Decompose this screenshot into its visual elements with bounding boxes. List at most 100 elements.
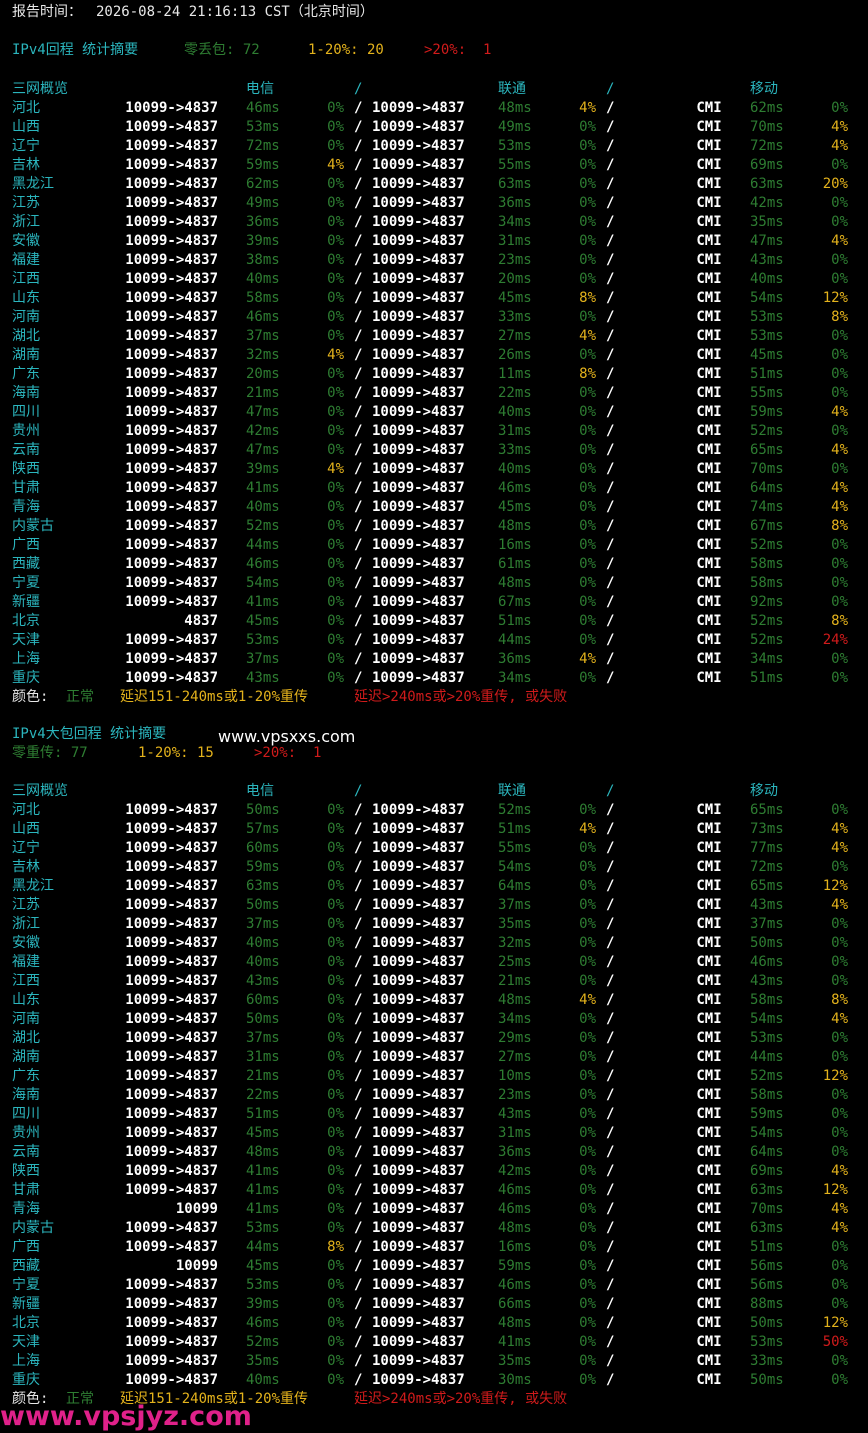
header-unicom: 联通 [498,81,526,97]
row-mobile-loss: 12% [822,1182,848,1198]
row-unicom-loss: 0% [579,461,596,477]
row-mobile-loss: 4% [831,480,848,496]
row-unicom-route: 10099->4837 [372,100,465,116]
row-telecom-loss: 0% [327,1353,344,1369]
row-unicom-latency: 48ms [498,100,532,116]
row-telecom-latency: 53ms [246,1220,280,1236]
row-sep: / [606,1049,615,1065]
row-mobile-latency: 77ms [750,840,784,856]
row-region: 江苏 [12,897,40,913]
table-row: 江苏 10099->4837 49ms 0% / 10099->4837 36ms 0% / CM… [0,194,868,213]
row-unicom-loss: 0% [579,973,596,989]
row-mobile-route: CMI [696,404,722,420]
row-telecom-loss: 0% [327,840,344,856]
row-unicom-loss: 0% [579,442,596,458]
table-row: 黑龙江 10099->4837 63ms 0% / 10099->4837 64ms 0% / C… [0,877,868,896]
row-unicom-loss: 0% [579,1030,596,1046]
row-mobile-latency: 72ms [750,859,784,875]
row-unicom-loss: 0% [579,594,596,610]
row-unicom-route: 10099->4837 [372,802,465,818]
row-unicom-loss: 0% [579,271,596,287]
row-telecom-loss: 0% [327,233,344,249]
row-sep: / [606,366,615,382]
row-mobile-loss: 0% [831,1049,848,1065]
row-sep: / [606,1201,615,1217]
row-telecom-latency: 58ms [246,290,280,306]
row-mobile-loss: 0% [831,1372,848,1388]
row-telecom-latency: 39ms [246,233,280,249]
row-sep: / [354,859,363,875]
row-sep: / [606,537,615,553]
row-sep: / [606,423,615,439]
row-unicom-latency: 35ms [498,1353,532,1369]
row-mobile-route: CMI [696,1296,722,1312]
row-mobile-route: CMI [696,821,722,837]
row-mobile-latency: 70ms [750,119,784,135]
table-row: 河南 10099->4837 50ms 0% / 10099->4837 34ms 0% / CM… [0,1010,868,1029]
row-telecom-latency: 43ms [246,670,280,686]
row-region: 宁夏 [12,575,40,591]
row-region: 陕西 [12,1163,40,1179]
row-telecom-loss: 8% [327,1239,344,1255]
row-mobile-loss: 0% [831,916,848,932]
row-sep: / [354,575,363,591]
row-unicom-latency: 53ms [498,138,532,154]
row-mobile-route: CMI [696,1220,722,1236]
row-sep: / [354,651,363,667]
row-region: 河北 [12,802,40,818]
row-unicom-route: 10099->4837 [372,916,465,932]
row-mobile-route: CMI [696,138,722,154]
row-unicom-route: 10099->4837 [372,1011,465,1027]
row-unicom-loss: 0% [579,1201,596,1217]
row-mobile-latency: 43ms [750,252,784,268]
row-sep: / [354,1201,363,1217]
row-region: 辽宁 [12,840,40,856]
row-mobile-route: CMI [696,480,722,496]
row-region: 山西 [12,119,40,135]
row-telecom-loss: 0% [327,1296,344,1312]
row-mobile-route: CMI [696,385,722,401]
row-telecom-loss: 0% [327,916,344,932]
row-sep: / [606,499,615,515]
row-telecom-route: 10099->4837 [125,423,218,439]
row-sep: / [354,1296,363,1312]
row-mobile-latency: 74ms [750,499,784,515]
row-unicom-latency: 43ms [498,1106,532,1122]
row-telecom-loss: 0% [327,309,344,325]
row-unicom-loss: 0% [579,1258,596,1274]
row-mobile-latency: 65ms [750,442,784,458]
row-sep: / [354,385,363,401]
row-mobile-loss: 20% [822,176,848,192]
row-telecom-route: 10099->4837 [125,1239,218,1255]
row-mobile-latency: 72ms [750,138,784,154]
row-telecom-route: 10099->4837 [125,138,218,154]
row-sep: / [354,992,363,1008]
table-row: 山东 10099->4837 58ms 0% / 10099->4837 45ms 8% / CM… [0,289,868,308]
row-sep: / [606,347,615,363]
row-telecom-loss: 0% [327,1144,344,1160]
row-region: 海南 [12,385,40,401]
row-telecom-loss: 0% [327,442,344,458]
row-unicom-route: 10099->4837 [372,195,465,211]
row-telecom-loss: 0% [327,1106,344,1122]
row-region: 甘肃 [12,480,40,496]
row-telecom-latency: 60ms [246,992,280,1008]
row-mobile-route: CMI [696,1353,722,1369]
row-unicom-loss: 4% [579,821,596,837]
table-row: 黑龙江 10099->4837 62ms 0% / 10099->4837 63ms 0% / C… [0,175,868,194]
row-unicom-route: 10099->4837 [372,632,465,648]
row-mobile-route: CMI [696,859,722,875]
table-row: 湖南 10099->4837 31ms 0% / 10099->4837 27ms 0% / CM… [0,1048,868,1067]
row-sep: / [606,1315,615,1331]
row-sep: / [606,461,615,477]
row-sep: / [606,670,615,686]
row-unicom-loss: 0% [579,878,596,894]
row-mobile-route: CMI [696,1011,722,1027]
row-telecom-loss: 0% [327,1258,344,1274]
row-telecom-route: 10099->4837 [125,1087,218,1103]
row-telecom-route: 10099->4837 [125,347,218,363]
row-mobile-latency: 73ms [750,821,784,837]
table-row: 甘肃 10099->4837 41ms 0% / 10099->4837 46ms 0% / CM… [0,1181,868,1200]
row-mobile-route: CMI [696,1239,722,1255]
row-telecom-loss: 0% [327,119,344,135]
